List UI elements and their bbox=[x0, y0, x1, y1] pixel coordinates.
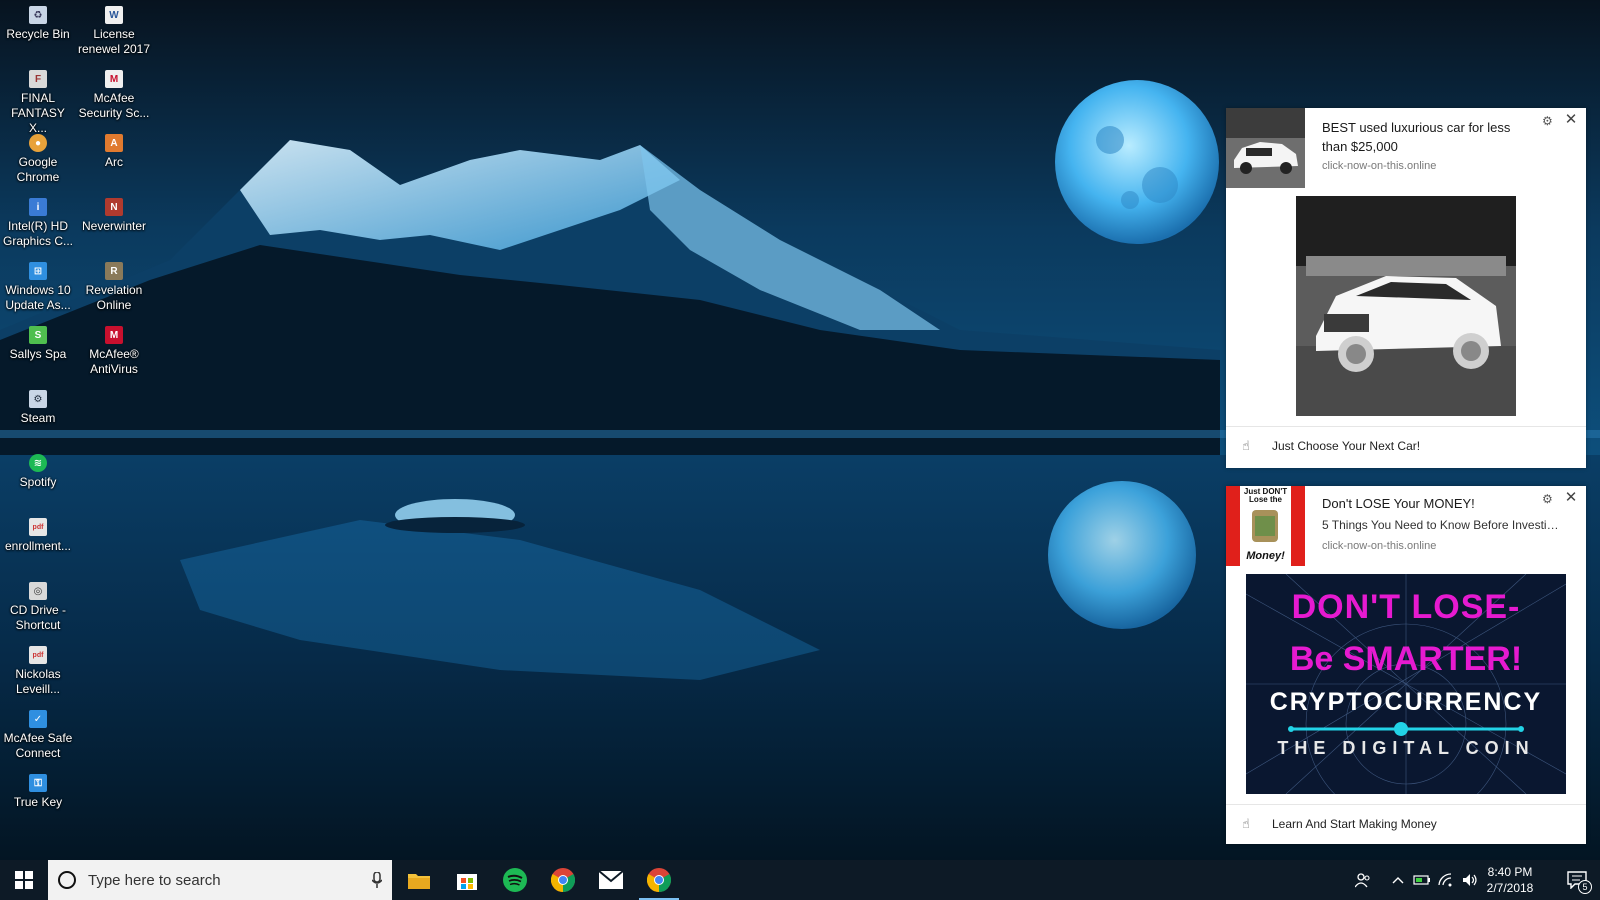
close-icon[interactable]: ✕ bbox=[1564, 112, 1578, 127]
document-icon: pdf bbox=[29, 646, 47, 664]
action-label: Just Choose Your Next Car! bbox=[1272, 438, 1421, 453]
search-placeholder: Type here to search bbox=[88, 871, 221, 889]
mail-icon bbox=[599, 871, 623, 889]
banner-headline-3: CRYPTOCURRENCY bbox=[1269, 688, 1543, 716]
desktop-icon-arc[interactable]: A Arc bbox=[77, 128, 151, 170]
windows-update-icon: ⊞ bbox=[29, 262, 47, 280]
money-thumbnail-image: Just DON'T Lose the Money! bbox=[1226, 486, 1305, 566]
banner-headline-4: THE DIGITAL COIN bbox=[1277, 738, 1535, 758]
desktop-icon-enrollment[interactable]: pdf enrollment... bbox=[1, 512, 75, 554]
gear-icon[interactable]: ⚙ bbox=[1542, 493, 1554, 505]
wifi-icon[interactable] bbox=[1434, 860, 1458, 900]
notification-action-button[interactable]: ☝ Just Choose Your Next Car! bbox=[1226, 426, 1586, 464]
final-fantasy-icon: F bbox=[29, 70, 47, 88]
chrome-icon: ● bbox=[29, 134, 47, 152]
desktop-icon-cd-drive[interactable]: ◎ CD Drive - Shortcut bbox=[1, 576, 75, 633]
notification-count-badge: 5 bbox=[1578, 880, 1592, 894]
taskbar-chrome-active[interactable] bbox=[635, 860, 683, 900]
spotify-icon bbox=[503, 868, 527, 892]
thumb-caption-bottom: Money! bbox=[1246, 550, 1285, 562]
pdf-file-icon: pdf bbox=[29, 518, 47, 536]
spotify-icon: ≋ bbox=[29, 454, 47, 472]
mcafee-security-icon: M bbox=[105, 70, 123, 88]
store-icon bbox=[457, 874, 477, 890]
true-key-icon: ⚿ bbox=[29, 774, 47, 792]
taskbar-spotify[interactable] bbox=[491, 860, 539, 900]
thumb-caption-top: Just DON'T Lose the bbox=[1243, 487, 1288, 504]
notification-action-button[interactable]: ☝ Learn And Start Making Money bbox=[1226, 804, 1586, 842]
notification-title: BEST used luxurious car for less than $2… bbox=[1322, 120, 1511, 154]
system-clock[interactable]: 8:40 PM 2/7/2018 bbox=[1468, 864, 1552, 896]
notification-subtitle: 5 Things You Need to Know Before Investi… bbox=[1322, 518, 1562, 532]
people-icon[interactable] bbox=[1348, 860, 1378, 900]
microphone-icon[interactable] bbox=[362, 860, 392, 900]
arc-icon: A bbox=[105, 134, 123, 152]
file-explorer-icon bbox=[408, 874, 430, 889]
sallys-spa-icon: S bbox=[29, 326, 47, 344]
banner-headline-2: Be SMARTER! bbox=[1289, 640, 1523, 678]
desktop-icon-final-fantasy[interactable]: F FINAL FANTASY X... bbox=[1, 64, 75, 136]
desktop-icon-mcafee-antivirus[interactable]: M McAfee® AntiVirus bbox=[77, 320, 151, 377]
clock-time: 8:40 PM bbox=[1487, 865, 1533, 879]
clock-date: 2/7/2018 bbox=[1486, 881, 1534, 895]
desktop-icon-windows-update[interactable]: ⊞ Windows 10 Update As... bbox=[1, 256, 75, 313]
taskbar-search-box[interactable]: Type here to search bbox=[48, 860, 392, 900]
chevron-up-icon[interactable] bbox=[1386, 860, 1410, 900]
notification-car-ad[interactable]: BEST used luxurious car for less than $2… bbox=[1226, 108, 1586, 468]
word-document-icon: W bbox=[105, 6, 123, 24]
desktop-icon-neverwinter[interactable]: N Neverwinter bbox=[77, 192, 151, 234]
car-thumbnail-image bbox=[1226, 108, 1305, 188]
action-label: Learn And Start Making Money bbox=[1272, 816, 1437, 831]
cd-drive-icon: ◎ bbox=[29, 582, 47, 600]
close-icon[interactable]: ✕ bbox=[1564, 490, 1578, 505]
start-button[interactable] bbox=[0, 860, 48, 900]
desktop-icon-nickolas[interactable]: pdf Nickolas Leveill... bbox=[1, 640, 75, 697]
chrome-icon bbox=[551, 868, 575, 892]
gear-icon[interactable]: ⚙ bbox=[1542, 115, 1554, 127]
desktop-icon-spotify[interactable]: ≋ Spotify bbox=[1, 448, 75, 490]
chrome-icon bbox=[647, 868, 671, 892]
car-hero-image bbox=[1296, 196, 1516, 416]
mcafee-safe-connect-icon: ✓ bbox=[29, 710, 47, 728]
neverwinter-icon: N bbox=[105, 198, 123, 216]
notification-title: Don't LOSE Your MONEY! bbox=[1322, 496, 1475, 511]
crypto-banner-image: DON'T LOSE- Be SMARTER! CRYPTOCURRENCY T… bbox=[1246, 574, 1566, 794]
intel-graphics-icon: i bbox=[29, 198, 47, 216]
taskbar-store[interactable] bbox=[443, 860, 491, 900]
revelation-online-icon: R bbox=[105, 262, 123, 280]
desktop-icon-mcafee-safe-connect[interactable]: ✓ McAfee Safe Connect bbox=[1, 704, 75, 761]
pointer-hand-icon: ☝ bbox=[1242, 815, 1250, 831]
cortana-icon bbox=[58, 871, 76, 889]
action-center-button[interactable]: 5 bbox=[1554, 860, 1600, 900]
windows-logo-icon bbox=[15, 871, 33, 889]
taskbar-chrome[interactable] bbox=[539, 860, 587, 900]
taskbar-file-explorer[interactable] bbox=[395, 860, 443, 900]
desktop-icon-recycle-bin[interactable]: ♻ Recycle Bin bbox=[1, 0, 75, 42]
taskbar: Type here to search 8:40 PM 2/7/2018 5 bbox=[0, 860, 1600, 900]
desktop-icon-true-key[interactable]: ⚿ True Key bbox=[1, 768, 75, 810]
desktop-icon-license-renewel[interactable]: W License renewel 2017 bbox=[77, 0, 151, 57]
desktop-icon-mcafee-security-scan[interactable]: M McAfee Security Sc... bbox=[77, 64, 151, 121]
pointer-hand-icon: ☝ bbox=[1242, 437, 1250, 453]
desktop-icon-sallys-spa[interactable]: S Sallys Spa bbox=[1, 320, 75, 362]
steam-icon: ⚙ bbox=[29, 390, 47, 408]
desktop-icon-revelation-online[interactable]: R Revelation Online bbox=[77, 256, 151, 313]
desktop-icon-google-chrome[interactable]: ● Google Chrome bbox=[1, 128, 75, 185]
notification-source: click-now-on-this.online bbox=[1322, 160, 1437, 172]
recycle-bin-icon: ♻ bbox=[29, 6, 47, 24]
notification-crypto-ad[interactable]: Just DON'T Lose the Money! Don't LOSE Yo… bbox=[1226, 486, 1586, 844]
banner-headline-1: DON'T LOSE- bbox=[1291, 588, 1521, 626]
desktop-icon-steam[interactable]: ⚙ Steam bbox=[1, 384, 75, 426]
notification-source: click-now-on-this.online bbox=[1322, 540, 1437, 552]
battery-icon[interactable] bbox=[1410, 860, 1434, 900]
taskbar-mail[interactable] bbox=[587, 860, 635, 900]
mcafee-antivirus-icon: M bbox=[105, 326, 123, 344]
desktop-icon-intel-graphics[interactable]: i Intel(R) HD Graphics C... bbox=[1, 192, 75, 249]
